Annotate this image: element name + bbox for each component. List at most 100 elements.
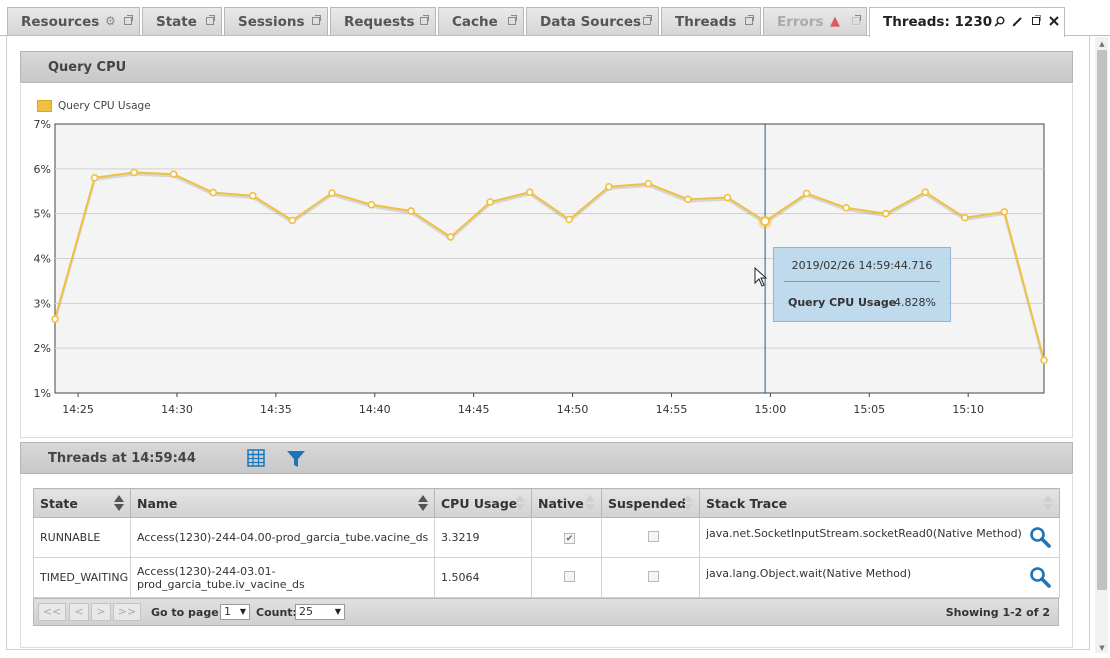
data-point bbox=[565, 215, 574, 224]
data-point bbox=[723, 193, 732, 202]
sort-icon[interactable] bbox=[1043, 495, 1053, 511]
mouse-cursor-icon bbox=[754, 267, 768, 287]
y-tick-label: 3% bbox=[34, 297, 51, 310]
table-row[interactable]: RUNNABLE Access(1230)-244-04.00-prod_gar… bbox=[33, 517, 1060, 558]
sort-icon[interactable] bbox=[418, 495, 428, 511]
data-point bbox=[367, 200, 376, 209]
tooltip-value: 4.828% bbox=[894, 296, 936, 309]
data-point bbox=[130, 168, 138, 177]
column-header-suspended[interactable]: Suspended bbox=[601, 488, 700, 518]
column-label: Native bbox=[538, 495, 584, 511]
y-tick-label: 6% bbox=[34, 163, 51, 176]
popout-icon[interactable] bbox=[1032, 15, 1041, 25]
table-row[interactable]: TIMED_WAITING Access(1230)-244-03.01-pro… bbox=[33, 557, 1060, 598]
x-tick-label: 14:30 bbox=[161, 403, 193, 416]
data-point bbox=[802, 189, 811, 198]
column-header-native[interactable]: Native bbox=[531, 488, 602, 518]
data-point bbox=[684, 195, 692, 204]
cell-state: TIMED_WAITING bbox=[33, 557, 131, 598]
first-page-button[interactable]: << bbox=[38, 603, 66, 621]
chart-tooltip: 2019/02/26 14:59:44.716 Query CPU Usage … bbox=[773, 247, 951, 322]
stack-trace-text: java.net.SocketInputStream.socketRead0(N… bbox=[706, 527, 1022, 540]
stack-trace-text: java.lang.Object.wait(Native Method) bbox=[706, 567, 912, 580]
column-label: Name bbox=[137, 495, 178, 511]
data-point bbox=[1040, 356, 1048, 365]
data-point bbox=[842, 204, 851, 212]
data-point bbox=[209, 188, 218, 197]
data-point bbox=[328, 189, 336, 197]
cell-suspended bbox=[601, 557, 700, 598]
magnifier-icon[interactable] bbox=[1029, 526, 1051, 548]
x-tick-label: 14:55 bbox=[656, 403, 688, 416]
sort-icon[interactable] bbox=[683, 495, 693, 511]
close-icon[interactable] bbox=[1049, 16, 1059, 26]
data-point bbox=[486, 198, 494, 206]
filter-icon[interactable] bbox=[286, 450, 306, 468]
search-icon[interactable] bbox=[994, 16, 1005, 27]
data-point bbox=[51, 315, 59, 323]
grid-view-icon[interactable] bbox=[247, 449, 265, 467]
column-header-stack-trace[interactable]: Stack Trace bbox=[699, 488, 1060, 518]
data-point bbox=[288, 216, 297, 225]
data-point bbox=[525, 188, 534, 196]
y-tick-label: 7% bbox=[34, 118, 51, 131]
count-label: Count: bbox=[256, 606, 297, 619]
data-point bbox=[249, 191, 257, 200]
tooltip-series-name: Query CPU Usage bbox=[788, 296, 897, 309]
cell-name: Access(1230)-244-04.00-prod_garcia_tube.… bbox=[130, 517, 435, 558]
data-point bbox=[881, 209, 890, 218]
column-label: CPU Usage bbox=[441, 495, 518, 511]
native-checkbox bbox=[564, 570, 575, 582]
next-page-button[interactable]: > bbox=[91, 603, 111, 621]
data-point bbox=[446, 233, 455, 241]
cell-cpu-usage: 3.3219 bbox=[434, 517, 532, 558]
prev-page-button[interactable]: < bbox=[69, 603, 89, 621]
column-header-name[interactable]: Name bbox=[130, 488, 435, 518]
cell-state: RUNNABLE bbox=[33, 517, 131, 558]
last-page-button[interactable]: >> bbox=[113, 603, 141, 621]
cell-native: ✔ bbox=[531, 517, 602, 558]
goto-page-label: Go to page: bbox=[151, 606, 224, 619]
threads-table: State Name CPU Usage Native Suspended St… bbox=[33, 488, 1060, 598]
x-tick-label: 14:40 bbox=[359, 403, 391, 416]
page-select[interactable]: 1 bbox=[220, 604, 250, 620]
data-point bbox=[961, 213, 969, 222]
sort-icon[interactable] bbox=[515, 495, 525, 511]
threads-panel-header: Threads at 14:59:44 bbox=[20, 442, 1073, 474]
x-tick-label: 14:50 bbox=[557, 403, 589, 416]
x-tick-label: 15:00 bbox=[755, 403, 787, 416]
y-tick-label: 4% bbox=[34, 253, 51, 266]
tooltip-divider bbox=[784, 281, 940, 282]
suspended-checkbox bbox=[648, 530, 659, 542]
data-point bbox=[1000, 208, 1009, 216]
x-tick-label: 15:10 bbox=[952, 403, 984, 416]
data-point bbox=[921, 188, 930, 196]
sort-icon[interactable] bbox=[114, 495, 124, 511]
tab-label: Threads: 1230 bbox=[883, 14, 993, 30]
cell-stack-trace: java.net.SocketInputStream.socketRead0(N… bbox=[699, 517, 1060, 558]
x-tick-label: 14:45 bbox=[458, 403, 490, 416]
data-point bbox=[407, 207, 415, 215]
sort-icon[interactable] bbox=[585, 495, 595, 511]
tooltip-timestamp: 2019/02/26 14:59:44.716 bbox=[791, 259, 933, 272]
cell-suspended bbox=[601, 517, 700, 558]
column-label: State bbox=[40, 495, 78, 511]
cell-name: Access(1230)-244-03.01-prod_garcia_tube.… bbox=[130, 557, 435, 598]
magnifier-icon[interactable] bbox=[1029, 566, 1051, 588]
y-tick-label: 1% bbox=[34, 387, 51, 400]
column-header-state[interactable]: State bbox=[33, 488, 131, 518]
pager: << < > >> Go to page: 1 Count: 25 Showin… bbox=[33, 598, 1059, 626]
x-tick-label: 14:25 bbox=[62, 403, 94, 416]
native-checkbox: ✔ bbox=[564, 533, 575, 544]
y-tick-label: 5% bbox=[34, 208, 51, 221]
tab-threads-1230[interactable]: Threads: 1230 bbox=[869, 7, 1065, 37]
column-label: Suspended bbox=[608, 495, 687, 511]
query-cpu-chart[interactable]: 7% 6% 5% 4% 3% 2% 1% 14:25 14:30 14:35 14:40 14:45 1… bbox=[0, 0, 1110, 440]
suspended-checkbox bbox=[648, 570, 659, 582]
column-header-cpu-usage[interactable]: CPU Usage bbox=[434, 488, 532, 518]
edit-icon[interactable] bbox=[1012, 16, 1023, 27]
panel-title: Threads at 14:59:44 bbox=[48, 451, 196, 466]
scroll-down-arrow[interactable]: ▼ bbox=[1097, 644, 1107, 652]
count-select[interactable]: 25 bbox=[295, 604, 345, 620]
showing-count: Showing 1-2 of 2 bbox=[945, 606, 1050, 619]
